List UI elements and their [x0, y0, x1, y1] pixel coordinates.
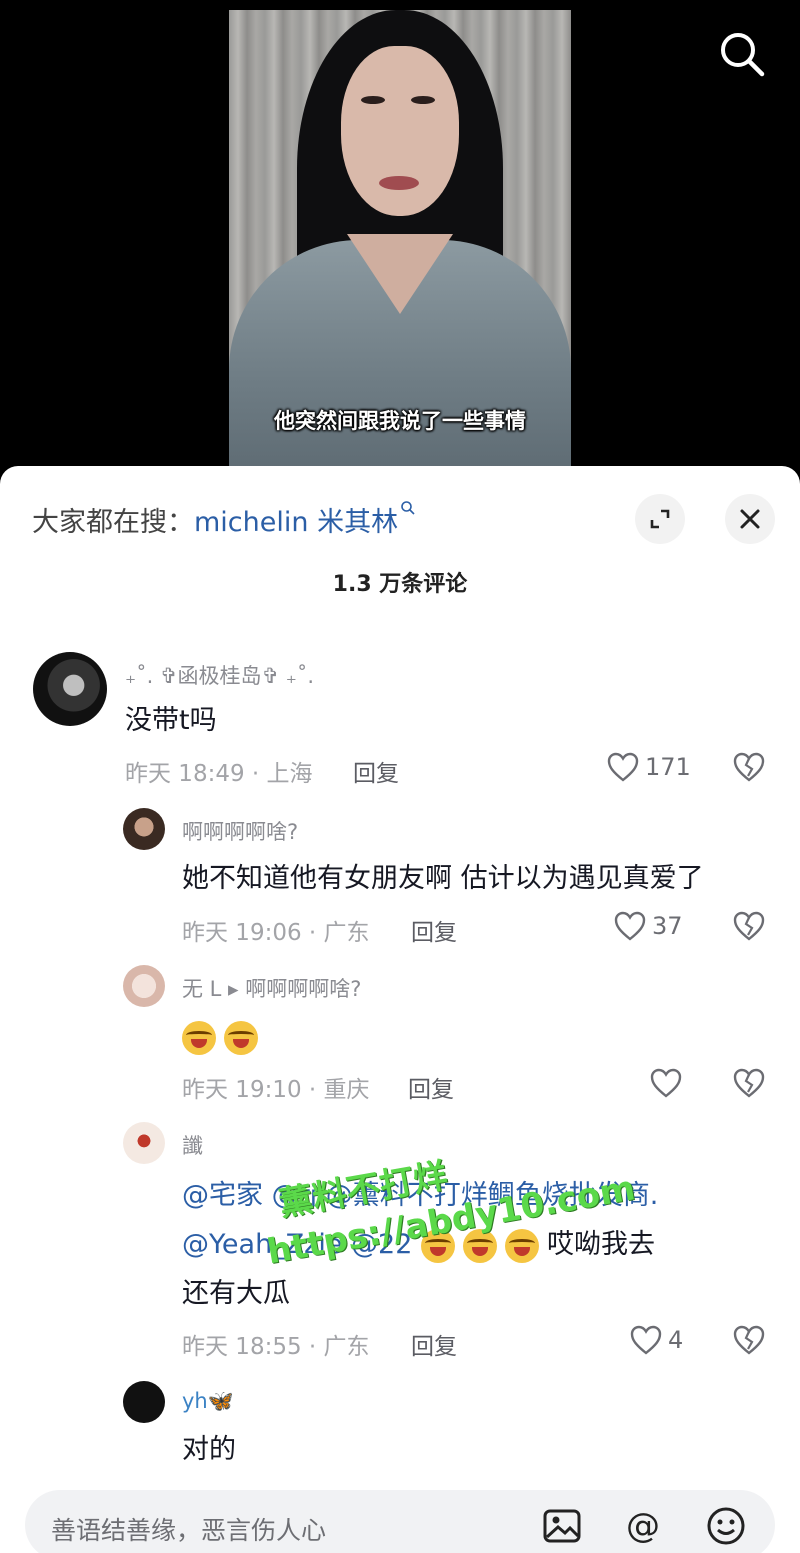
comment-username[interactable]: ₊˚. ✞函极桂岛✞ ₊˚. [125, 660, 314, 690]
video-person-lips [379, 176, 419, 190]
heart-icon [614, 911, 646, 941]
avatar[interactable] [33, 652, 107, 726]
reply-button[interactable]: 回复 [411, 913, 457, 947]
search-suggestion-keyword[interactable]: michelin 米其林 [194, 507, 398, 538]
comments-sheet: 大家都在搜：michelin 米其林 1.3 万条评论 ₊˚. ✞函极桂岛✞ ₊… [0, 466, 800, 1553]
expand-button[interactable] [635, 494, 685, 544]
close-icon [740, 509, 760, 529]
small-search-icon [401, 501, 415, 515]
comment-text: 她不知道他有女朋友啊 估计以为遇见真爱了 [182, 863, 704, 894]
laughing-crying-emoji [182, 1020, 216, 1055]
comment-emojis [182, 1012, 266, 1061]
close-button[interactable] [725, 494, 775, 544]
comment-count: 1.3 万条评论 [332, 572, 468, 597]
comment-meta: 昨天 19:10 · 重庆 [182, 1077, 370, 1103]
like-button[interactable]: 37 [614, 911, 683, 941]
expand-icon [650, 509, 670, 529]
search-suggestion-prefix: 大家都在搜： [32, 507, 194, 538]
avatar[interactable] [123, 808, 165, 850]
like-button[interactable] [650, 1068, 682, 1098]
broken-heart-icon [733, 1068, 765, 1098]
comment-username[interactable]: 讖 [182, 1130, 203, 1160]
comment-text: @宅家 @rj @薰料不打烊鲷鱼烧批发商. @Yeah_Zzie @22 哎呦我… [182, 1171, 772, 1318]
reply-button[interactable]: 回复 [411, 1327, 457, 1361]
reply-button[interactable]: 回复 [353, 754, 399, 788]
comment-text: 没带t吗 [125, 705, 217, 736]
comment-line: @Yeah_Zzie @22 哎呦我去 [182, 1220, 772, 1269]
image-button[interactable] [542, 1506, 582, 1546]
laughing-crying-emoji [421, 1228, 455, 1263]
broken-heart-icon [733, 911, 765, 941]
avatar[interactable] [123, 965, 165, 1007]
comment-text-fragment: 还有大瓜 [182, 1278, 290, 1309]
comment-input[interactable]: 善语结善缘，恶言伤人心 [51, 1511, 326, 1547]
laughing-crying-emoji [224, 1020, 258, 1055]
avatar[interactable] [123, 1122, 165, 1164]
comment-meta: 昨天 18:55 · 广东 [182, 1334, 370, 1360]
search-suggestion[interactable]: 大家都在搜：michelin 米其林 [32, 500, 416, 539]
comment-username[interactable]: 啊啊啊啊啥? [182, 816, 298, 846]
like-count: 171 [645, 753, 691, 781]
dislike-button[interactable] [733, 1325, 765, 1359]
laughing-crying-emoji [505, 1228, 539, 1263]
comment-username[interactable]: yh🦋 [182, 1389, 234, 1414]
comment-text-fragment: 哎呦我去 [547, 1229, 655, 1260]
video-subtitle: 他突然间跟我说了一些事情 [274, 409, 526, 433]
laughing-crying-emoji [463, 1228, 497, 1263]
video-person-face [341, 46, 459, 216]
mention-button[interactable]: @ [623, 1506, 663, 1546]
svg-text:@: @ [626, 1506, 660, 1546]
heart-icon [630, 1325, 662, 1355]
comment-mentions[interactable]: @Yeah_Zzie @22 [182, 1229, 412, 1260]
comment-username[interactable]: 无 L ▸ 啊啊啊啊啥? [182, 973, 361, 1003]
heart-icon [607, 752, 639, 782]
reply-button[interactable]: 回复 [408, 1070, 454, 1104]
search-icon [721, 33, 765, 77]
like-count: 37 [652, 912, 683, 940]
video-person-eye [411, 96, 435, 104]
dislike-button[interactable] [733, 1068, 765, 1102]
emoji-button[interactable] [706, 1506, 746, 1546]
broken-heart-icon [733, 752, 765, 782]
broken-heart-icon [733, 1325, 765, 1355]
video-person-eye [361, 96, 385, 104]
like-button[interactable]: 171 [607, 752, 691, 782]
at-icon: @ [626, 1506, 660, 1546]
heart-icon [650, 1068, 682, 1098]
comment-mentions[interactable]: @宅家 @rj @薰料不打烊鲷鱼烧批发商. [182, 1171, 772, 1220]
comment-meta: 昨天 19:06 · 广东 [182, 920, 370, 946]
comment-input-bar[interactable]: 善语结善缘，恶言伤人心 @ [25, 1490, 775, 1553]
comment-text: 对的 [182, 1434, 236, 1465]
avatar[interactable] [123, 1381, 165, 1423]
emoji-icon [707, 1507, 745, 1545]
comment-meta: 昨天 18:49 · 上海 [125, 761, 313, 787]
dislike-button[interactable] [733, 752, 765, 786]
image-icon [543, 1509, 581, 1543]
dislike-button[interactable] [733, 911, 765, 945]
video-area[interactable]: 他突然间跟我说了一些事情 [0, 0, 800, 470]
like-count: 4 [668, 1326, 684, 1354]
video-frame[interactable]: 他突然间跟我说了一些事情 [229, 10, 571, 470]
search-button[interactable] [716, 28, 768, 80]
like-button[interactable]: 4 [630, 1325, 683, 1355]
